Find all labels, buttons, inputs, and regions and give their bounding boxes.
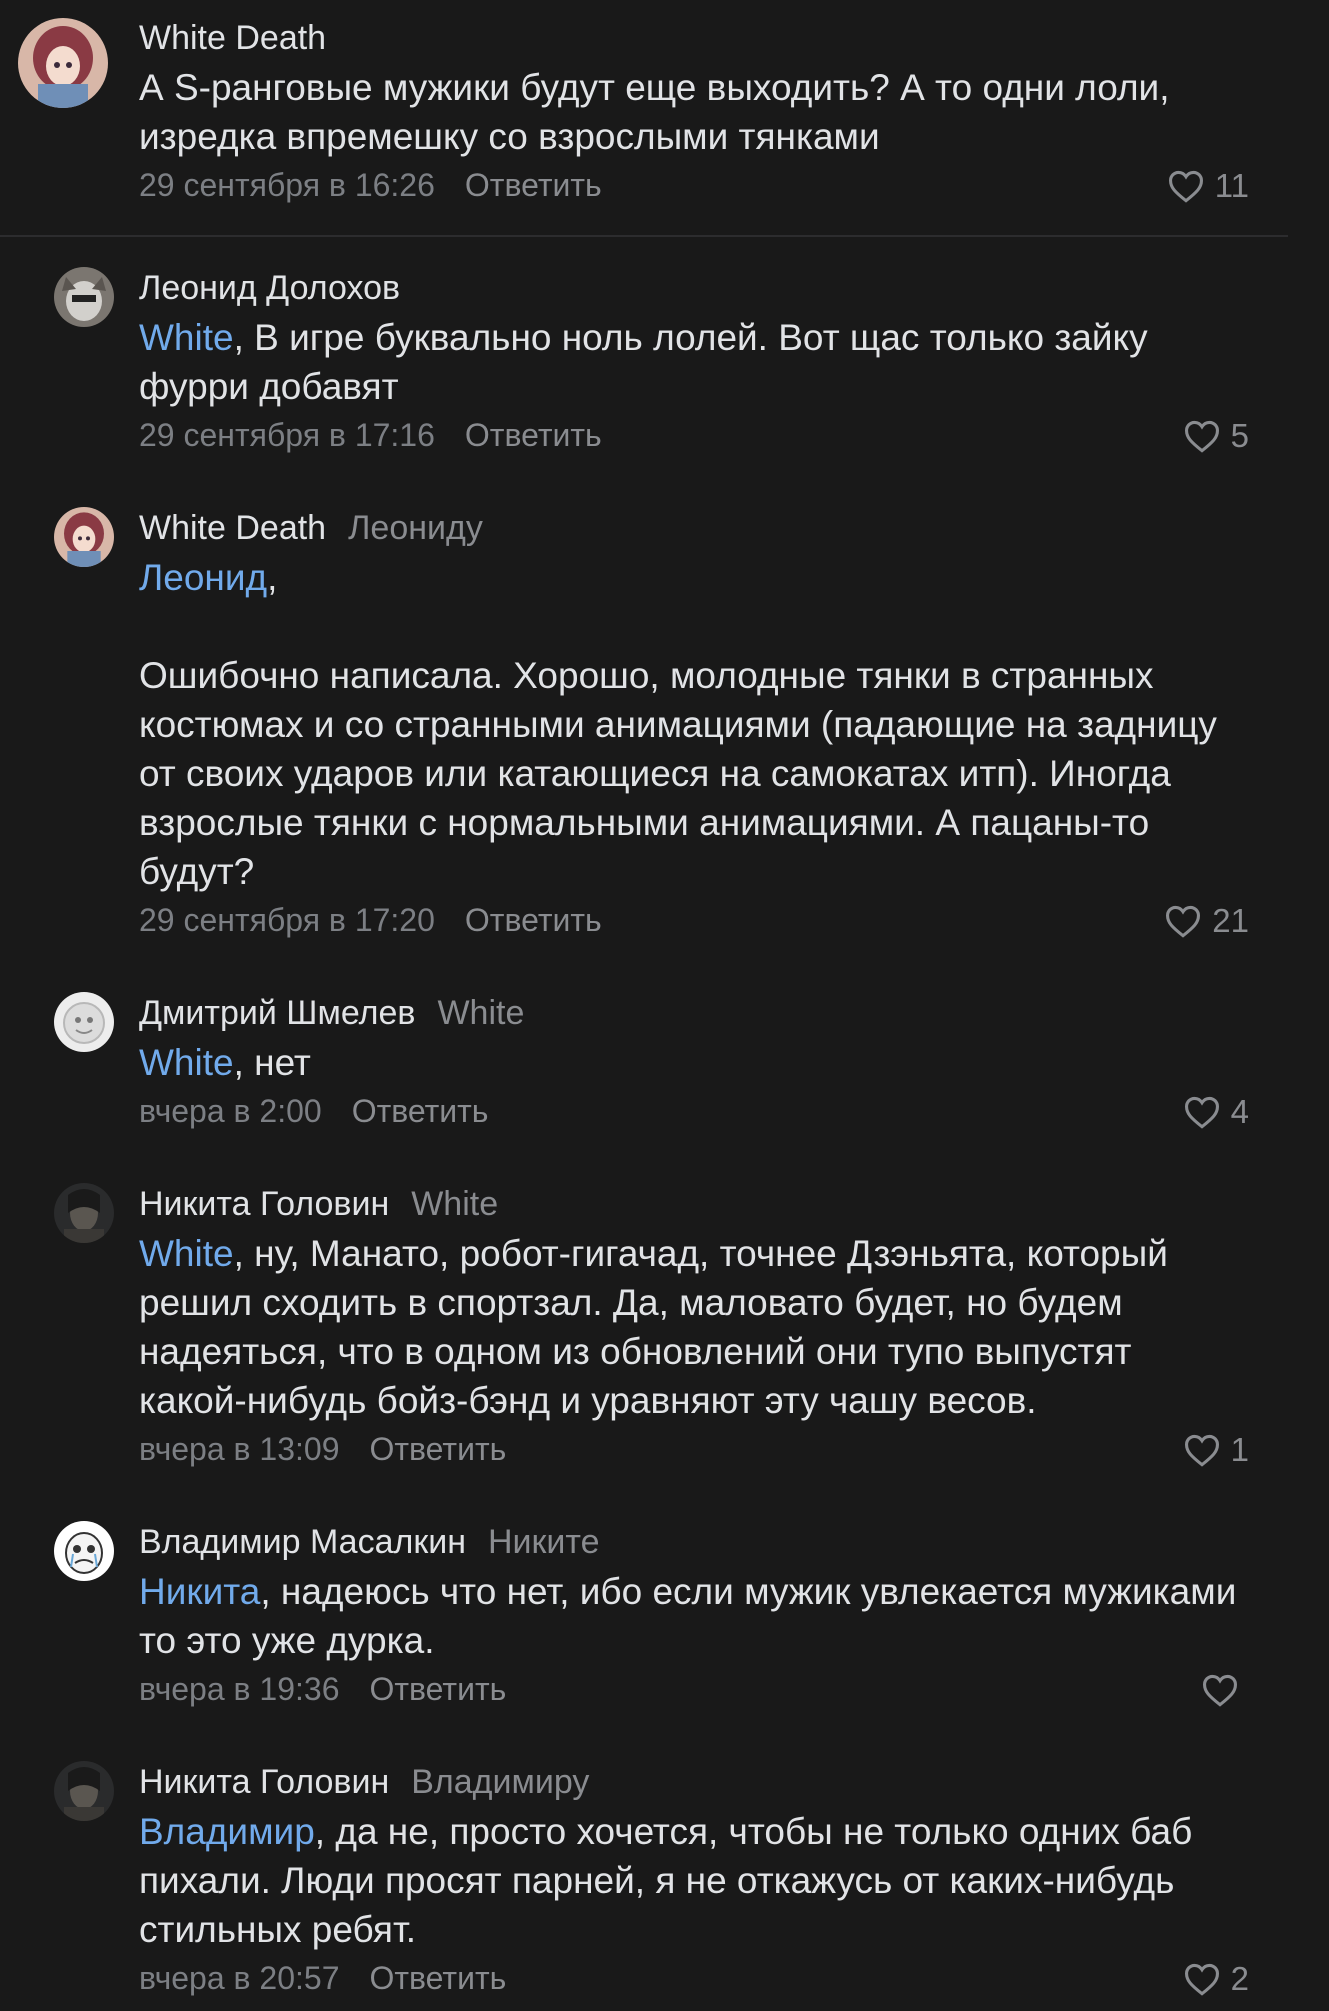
comment-body: , Ошибочно написала. Хорошо, молодные тя… [139, 557, 1217, 892]
like-count: 1 [1230, 1431, 1249, 1468]
avatar[interactable] [54, 1761, 114, 1821]
author-name[interactable]: Дмитрий Шмелев [139, 994, 415, 1032]
reply-to-label[interactable]: Леониду [348, 509, 483, 547]
heart-icon [1184, 420, 1219, 453]
mention-link[interactable]: Владимир [139, 1811, 315, 1852]
mention-link[interactable]: Никита [139, 1571, 260, 1612]
reply-to-label[interactable]: White [411, 1185, 498, 1223]
comment-date[interactable]: вчера в 2:00 [139, 1093, 322, 1129]
author-name[interactable]: Никита Головин [139, 1185, 389, 1223]
like-count: 4 [1230, 1093, 1249, 1130]
comment-body: , нет [233, 1042, 311, 1083]
like-count: 21 [1212, 902, 1249, 939]
author-name[interactable]: Леонид Долохов [139, 269, 400, 307]
mention-link[interactable]: White [139, 1233, 234, 1274]
author-name[interactable]: White Death [139, 19, 326, 57]
author-name[interactable]: Владимир Масалкин [139, 1523, 466, 1561]
mention-link[interactable]: White [139, 317, 234, 358]
reply-to-label[interactable]: Владимиру [411, 1763, 589, 1801]
avatar[interactable] [54, 992, 114, 1052]
heart-icon [1184, 1096, 1219, 1129]
like-button[interactable]: 4 [1183, 1087, 1249, 1136]
comment-header: White Death Леониду [139, 504, 1249, 553]
like-button[interactable]: 11 [1167, 161, 1249, 210]
author-name[interactable]: White Death [139, 509, 326, 547]
comment-text: А S-ранговые мужики будут еще выходить? … [139, 67, 1180, 157]
comment-header: White Death [139, 14, 1249, 63]
comment-meta: 29 сентября в 17:20 Ответить 21 [139, 896, 1249, 945]
reply-button[interactable]: Ответить [369, 1671, 506, 1707]
comment-text: Владимир, да не, просто хочется, чтобы н… [139, 1807, 1249, 1954]
reply-button[interactable]: Ответить [465, 902, 602, 938]
comment-body: , надеюсь что нет, ибо если мужик увлека… [139, 1571, 1247, 1661]
reply-to-label[interactable]: White [437, 994, 524, 1032]
heart-icon [1168, 170, 1203, 203]
comment-date[interactable]: вчера в 19:36 [139, 1671, 339, 1707]
heart-icon [1166, 905, 1201, 938]
comment-header: Владимир Масалкин Никите [139, 1518, 1249, 1567]
comment-header: Леонид Долохов [139, 264, 1249, 313]
comment-text: Никита, надеюсь что нет, ибо если мужик … [139, 1567, 1249, 1665]
comment-body: , ну, Манато, робот-гигачад, точнее Дзэн… [139, 1233, 1179, 1421]
comment-body: , В игре буквально ноль лолей. Вот щас т… [139, 317, 1158, 407]
author-name[interactable]: Никита Головин [139, 1763, 389, 1801]
avatar-image [54, 507, 114, 567]
comment-header: Никита Головин Владимиру [139, 1758, 1249, 1807]
like-button[interactable]: 1 [1183, 1425, 1249, 1474]
comment-meta: вчера в 20:57 Ответить 2 [139, 1954, 1249, 2003]
mention-link[interactable]: Леонид [139, 557, 267, 598]
comment-meta: вчера в 2:00 Ответить 4 [139, 1087, 1249, 1136]
comment-text: White, нет [139, 1038, 1249, 1087]
comment-text: White, ну, Манато, робот-гигачад, точнее… [139, 1229, 1249, 1425]
comment-header: Никита Головин White [139, 1180, 1249, 1229]
reply-button[interactable]: Ответить [465, 417, 602, 453]
comment-meta: вчера в 19:36 Ответить [139, 1665, 1249, 1714]
comment-date[interactable]: 29 сентября в 16:26 [139, 167, 435, 203]
comment-header: Дмитрий Шмелев White [139, 989, 1249, 1038]
avatar-image [54, 992, 114, 1052]
avatar[interactable] [54, 267, 114, 327]
comment-date[interactable]: 29 сентября в 17:20 [139, 902, 435, 938]
like-button[interactable] [1201, 1665, 1249, 1714]
avatar-image [18, 18, 108, 108]
reply-button[interactable]: Ответить [369, 1960, 506, 1996]
avatar-image [54, 1183, 114, 1243]
comment-meta: вчера в 13:09 Ответить 1 [139, 1425, 1249, 1474]
like-button[interactable]: 21 [1164, 896, 1249, 945]
reply-to-label[interactable]: Никите [488, 1523, 600, 1561]
like-button[interactable]: 2 [1183, 1954, 1249, 2003]
reply-button[interactable]: Ответить [352, 1093, 489, 1129]
like-count: 11 [1214, 167, 1249, 204]
comment-meta: 29 сентября в 16:26 Ответить 11 [139, 161, 1249, 210]
like-count: 5 [1230, 417, 1249, 454]
heart-icon [1202, 1674, 1238, 1707]
avatar-image [54, 267, 114, 327]
reply-button[interactable]: Ответить [465, 167, 602, 203]
comment-date[interactable]: вчера в 20:57 [139, 1960, 339, 1996]
avatar[interactable] [54, 1521, 114, 1581]
avatar[interactable] [54, 507, 114, 567]
avatar[interactable] [18, 18, 108, 108]
mention-link[interactable]: White [139, 1042, 234, 1083]
comment-meta: 29 сентября в 17:16 Ответить 5 [139, 411, 1249, 460]
comment-date[interactable]: вчера в 13:09 [139, 1431, 339, 1467]
reply-button[interactable]: Ответить [369, 1431, 506, 1467]
thread-divider [0, 235, 1288, 237]
like-count: 2 [1230, 1960, 1249, 1997]
avatar[interactable] [54, 1183, 114, 1243]
heart-icon [1184, 1434, 1219, 1467]
avatar-image [54, 1521, 114, 1581]
comment-date[interactable]: 29 сентября в 17:16 [139, 417, 435, 453]
heart-icon [1184, 1963, 1219, 1996]
avatar-image [54, 1761, 114, 1821]
comment-text: Леонид, Ошибочно написала. Хорошо, молод… [139, 553, 1249, 896]
comment-text: White, В игре буквально ноль лолей. Вот … [139, 313, 1249, 411]
like-button[interactable]: 5 [1183, 411, 1249, 460]
